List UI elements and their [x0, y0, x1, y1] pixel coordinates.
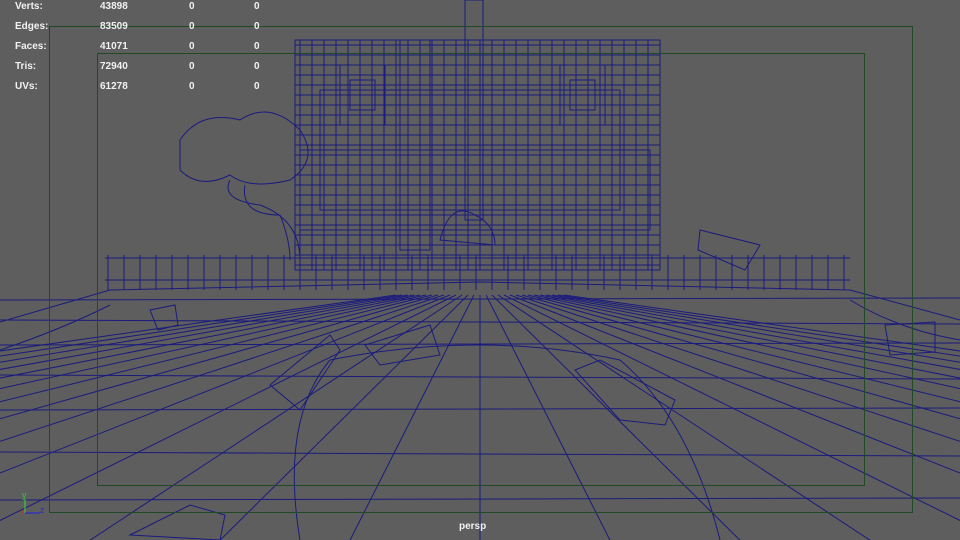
- hud-label: UVs:: [15, 81, 38, 92]
- hud-value: 0: [189, 41, 195, 52]
- hud-label: Faces:: [15, 41, 47, 52]
- hud-value: 0: [189, 81, 195, 92]
- ground-wireframe: [0, 281, 960, 540]
- viewport-wireframe[interactable]: [0, 0, 960, 540]
- hud-value: 0: [254, 61, 260, 72]
- hud-label: Edges:: [15, 21, 49, 32]
- hud-value: 0: [189, 1, 195, 12]
- axis-y-label: y: [22, 490, 27, 500]
- view-axis-icon: y z: [22, 490, 45, 515]
- house-wireframe: [105, 0, 936, 540]
- hud-value: 72940: [100, 61, 128, 72]
- hud-value: 41071: [100, 41, 128, 52]
- hud-label: Tris:: [15, 61, 37, 72]
- hud-value: 0: [254, 41, 260, 52]
- hud-value: 0: [189, 21, 195, 32]
- axis-z-label: z: [40, 505, 45, 515]
- hud-value: 0: [254, 21, 260, 32]
- hud-value: 61278: [100, 81, 128, 92]
- hud-value: 0: [254, 81, 260, 92]
- hud-value: 43898: [100, 1, 128, 12]
- hud-value: 83509: [100, 21, 128, 32]
- hud-value: 0: [189, 61, 195, 72]
- hud-label: Verts:: [15, 1, 43, 12]
- hud-value: 0: [254, 1, 260, 12]
- camera-name-label: persp: [459, 521, 487, 532]
